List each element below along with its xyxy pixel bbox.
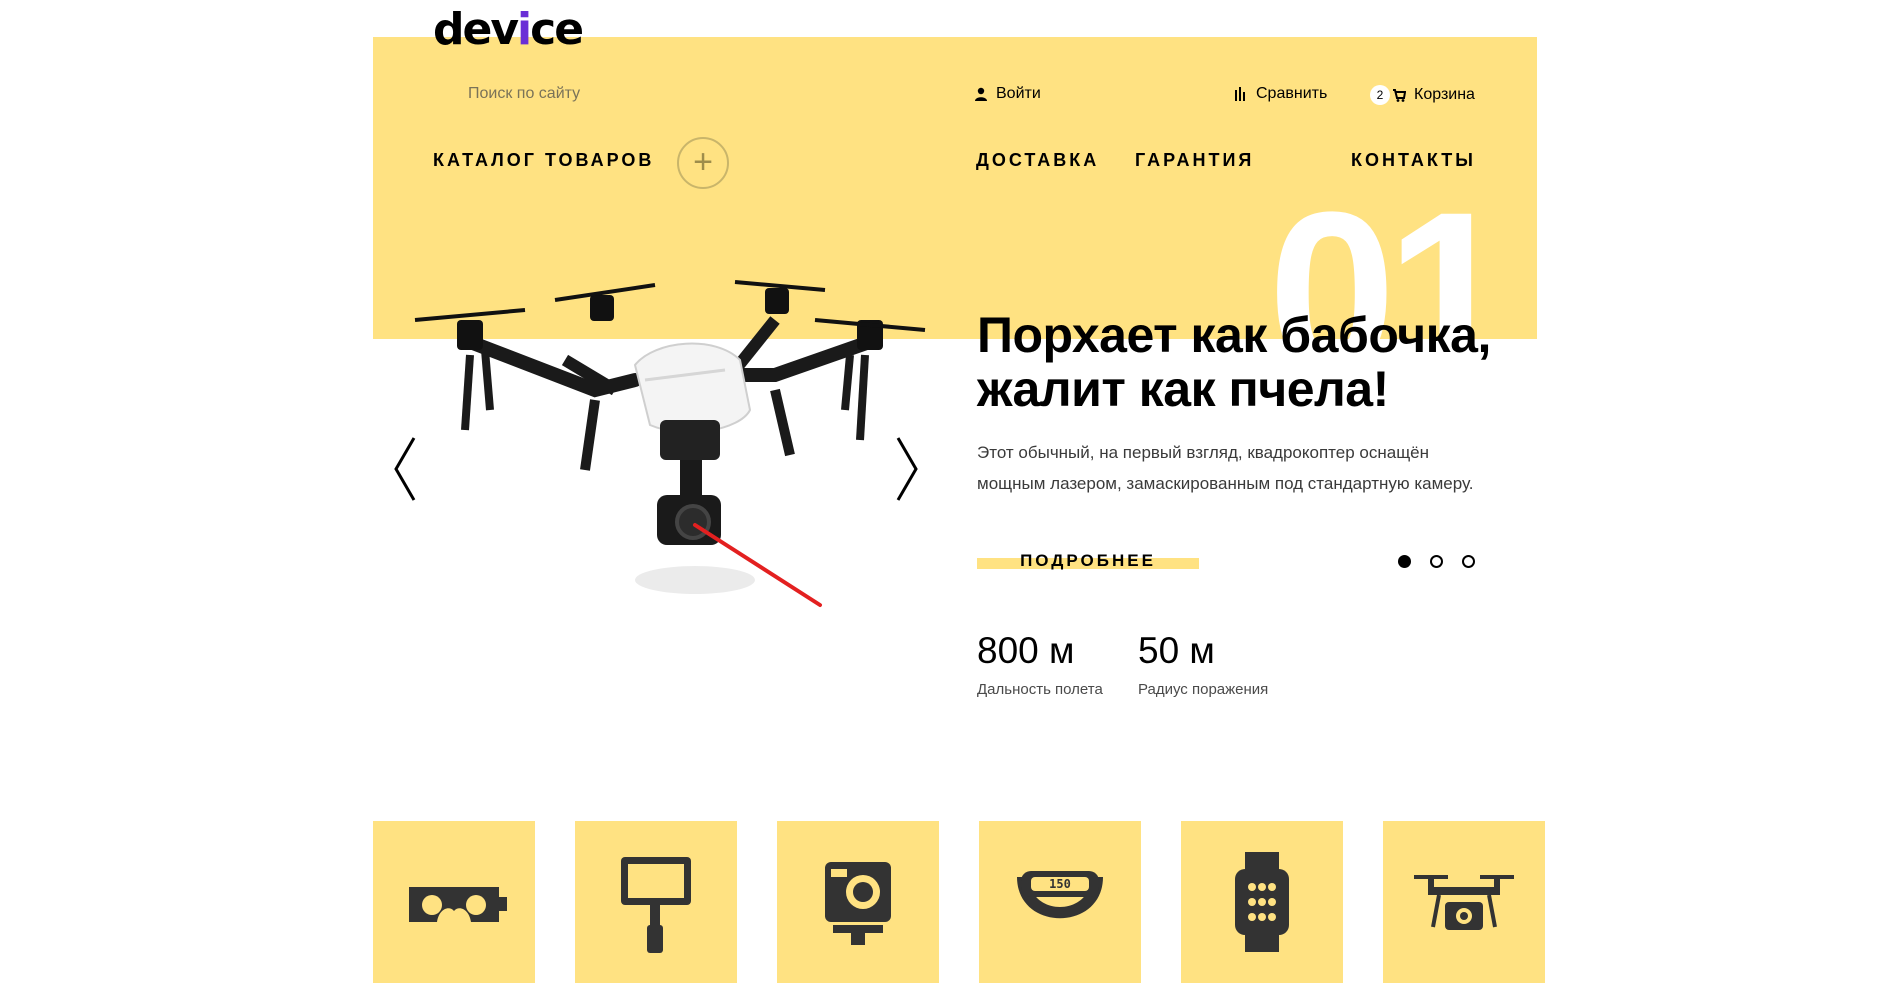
slider-pagination (1398, 555, 1475, 568)
cart-count-badge: 2 (1370, 85, 1390, 105)
slide-title-line: жалит как пчела! (977, 361, 1389, 417)
vr-headset-icon (409, 887, 507, 922)
compare-link[interactable]: Сравнить (1234, 85, 1327, 103)
slide-title-line: Порхает как бабочка, (977, 307, 1491, 363)
stat-flight-range: 800 м Дальность полета (977, 630, 1103, 698)
category-quadcopter[interactable] (1383, 821, 1545, 983)
stat-label: Радиус поражения (1138, 681, 1269, 698)
slide-title: Порхает как бабочка, жалит как пчела! (977, 308, 1537, 416)
category-action-camera[interactable] (777, 821, 939, 983)
cart-link[interactable]: 2 Корзина (1370, 85, 1475, 105)
selfie-stick-icon (621, 857, 691, 953)
cart-icon (1393, 89, 1406, 102)
smartwatch-icon (1235, 852, 1289, 952)
catalog-link[interactable]: КАТАЛОГ ТОВАРОВ (433, 150, 654, 171)
delivery-link[interactable]: ДОСТАВКА (976, 150, 1099, 171)
category-smartwatch[interactable] (1181, 821, 1343, 983)
user-icon (975, 87, 987, 101)
slide-description-line: Этот обычный, на первый взгляд, квадроко… (977, 443, 1430, 462)
slide-description-line: мощным лазером, замаскированным под стан… (977, 474, 1474, 493)
fitness-band-display: 150 (1049, 877, 1071, 891)
logo[interactable]: device (433, 4, 584, 55)
category-list: 150 (373, 821, 1545, 983)
fitness-band-icon: 150 (1017, 871, 1103, 919)
more-button[interactable]: ПОДРОБНЕЕ (977, 545, 1199, 577)
bar-chart-icon (1235, 87, 1245, 101)
stat-damage-radius: 50 м Радиус поражения (1138, 630, 1268, 698)
slider-dot[interactable] (1430, 555, 1443, 568)
compare-label: Сравнить (1256, 85, 1328, 102)
search-input[interactable]: Поиск по сайту (468, 85, 580, 103)
slide-description: Этот обычный, на первый взгляд, квадроко… (977, 437, 1547, 499)
category-vr[interactable] (373, 821, 535, 983)
drone-image (414, 280, 926, 607)
stat-value: 50 м (1138, 630, 1215, 671)
slider-dot[interactable] (1462, 555, 1475, 568)
login-link[interactable]: Войти (974, 85, 1041, 103)
cart-label: Корзина (1414, 86, 1475, 103)
stat-label: Дальность полета (977, 681, 1103, 698)
category-selfie-stick[interactable] (575, 821, 737, 983)
category-fitness-band[interactable]: 150 (979, 821, 1141, 983)
quadcopter-icon (1414, 875, 1514, 930)
stat-value: 800 м (977, 630, 1075, 671)
warranty-link[interactable]: ГАРАНТИЯ (1135, 150, 1254, 171)
catalog-expand-button[interactable]: + (677, 137, 729, 189)
login-label: Войти (996, 85, 1041, 102)
action-camera-icon (825, 862, 891, 945)
slider-dot[interactable] (1398, 555, 1411, 568)
